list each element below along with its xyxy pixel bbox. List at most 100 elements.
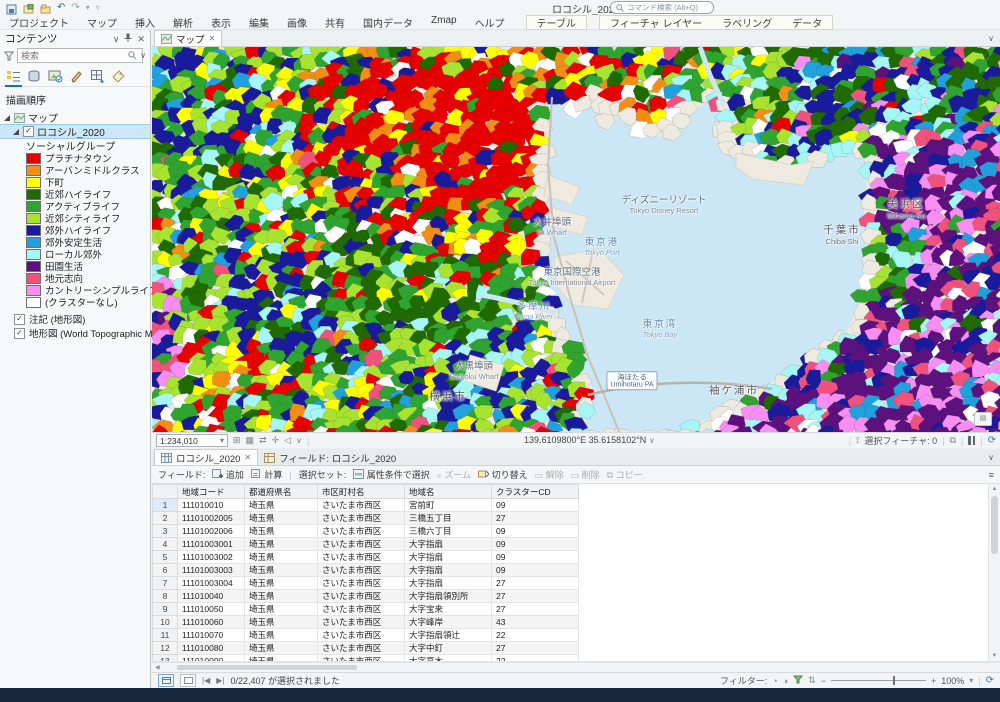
sound-tool-icon[interactable]: ◁: [284, 435, 291, 446]
crosshair-tool-icon[interactable]: ✛: [272, 435, 280, 446]
add-field-button[interactable]: 追加: [212, 468, 244, 481]
expander-icon[interactable]: [3, 114, 11, 122]
basemap-layer-item[interactable]: ✓地形図 (World Topographic Map): [0, 326, 150, 340]
layer-visibility-checkbox[interactable]: ✓: [23, 126, 34, 137]
column-header[interactable]: 市区町村名: [318, 485, 405, 499]
tools-chevron-icon[interactable]: ∨: [296, 436, 302, 445]
table-row[interactable]: 711101003004埼玉県さいたま市西区大字指扇27: [153, 577, 579, 590]
open-project-icon[interactable]: [40, 2, 51, 13]
table-row[interactable]: 411101003001埼玉県さいたま市西区大字指扇09: [153, 538, 579, 551]
pin-icon[interactable]: [124, 33, 132, 44]
copy-rows-button[interactable]: ⧉ コピー: [607, 468, 643, 481]
legend-swatch[interactable]: [26, 285, 41, 296]
ribbon-tab[interactable]: 解析: [164, 15, 202, 30]
layer-visibility-checkbox[interactable]: ✓: [14, 328, 25, 339]
zoom-slider[interactable]: [831, 680, 926, 681]
table-row[interactable]: 511101003002埼玉県さいたま市西区大字指扇09: [153, 551, 579, 564]
ribbon-contextual-tab[interactable]: フィーチャ レイヤー: [600, 15, 712, 30]
list-by-drawing-order-icon[interactable]: [6, 69, 21, 83]
overlay-icon[interactable]: ⧉: [949, 435, 955, 446]
table-row[interactable]: 8111010040埼玉県さいたま市西区大字指扇領別所27: [153, 590, 579, 603]
map-coordinates[interactable]: 139.6109800°E 35.6158102°N ∨: [524, 435, 655, 445]
table-row[interactable]: 211101002005埼玉県さいたま市西区三橋五丁目27: [153, 512, 579, 525]
tree-node-layer[interactable]: ✓ ロコシル_2020: [0, 124, 150, 139]
column-header[interactable]: 都道府県名: [245, 485, 318, 499]
filter-range-icon[interactable]: ◑: [783, 676, 788, 686]
legend-swatch[interactable]: [26, 201, 41, 212]
ribbon-tab[interactable]: Zmap: [422, 15, 466, 30]
zoom-to-selection-button[interactable]: ⌕ ズーム: [437, 468, 471, 481]
redo-icon[interactable]: ↷: [71, 2, 79, 13]
legend-swatch[interactable]: [26, 249, 41, 260]
expander-icon[interactable]: [12, 128, 20, 136]
list-by-data-source-icon[interactable]: [27, 69, 42, 83]
sort-icon[interactable]: ⇅: [808, 675, 816, 686]
refresh-icon[interactable]: ⟳: [986, 675, 994, 686]
customize-toolbar-icon[interactable]: ▿: [96, 2, 100, 13]
table-row[interactable]: 9111010050埼玉県さいたま市西区大字宝来27: [153, 603, 579, 616]
legend-swatch[interactable]: [26, 273, 41, 284]
ribbon-tab[interactable]: 挿入: [126, 15, 164, 30]
map-canvas[interactable]: ▤ ディズニーリゾートTokyo Disney Resort大井埠頭Oi Wha…: [152, 47, 1000, 432]
selection-tool-icon[interactable]: ⊞: [233, 435, 241, 446]
legend-swatch[interactable]: [26, 153, 41, 164]
list-by-editing-icon[interactable]: [69, 69, 84, 83]
legend-swatch[interactable]: [26, 237, 41, 248]
select-features-icon[interactable]: ⟟: [856, 435, 859, 446]
column-header[interactable]: 地域コード: [178, 485, 245, 499]
ribbon-tab[interactable]: 国内データ: [354, 15, 422, 30]
search-dropdown-icon[interactable]: ∨: [140, 51, 146, 61]
ribbon-tab[interactable]: 共有: [316, 15, 354, 30]
contents-search-input[interactable]: [17, 48, 143, 63]
save-project-icon[interactable]: [6, 2, 17, 13]
filter-funnel-icon[interactable]: [793, 675, 803, 686]
delete-selection-button[interactable]: ▭ 削除: [571, 468, 600, 481]
grid-tool-icon[interactable]: ▦: [246, 435, 255, 446]
last-record-icon[interactable]: ▶|: [216, 676, 224, 685]
list-by-snapping-icon[interactable]: [90, 69, 105, 83]
table-row[interactable]: 12111010080埼玉県さいたま市西区大字中釘27: [153, 642, 579, 655]
table-row[interactable]: 10111010060埼玉県さいたま市西区大字峰岸43: [153, 616, 579, 629]
list-by-labeling-icon[interactable]: [111, 69, 126, 83]
filter-icon[interactable]: [4, 51, 14, 61]
legend-swatch[interactable]: [26, 189, 41, 200]
legend-swatch[interactable]: [26, 297, 41, 308]
form-view-button[interactable]: [180, 674, 196, 687]
table-row[interactable]: 1111010010埼玉県さいたま市西区宮前町09: [153, 499, 579, 512]
legend-swatch[interactable]: [26, 165, 41, 176]
layer-visibility-checkbox[interactable]: ✓: [14, 314, 25, 325]
list-by-visibility-icon[interactable]: [48, 69, 63, 83]
zoom-out-icon[interactable]: −: [821, 676, 826, 686]
table-row[interactable]: 611101003003埼玉県さいたま市西区大字指扇09: [153, 564, 579, 577]
switch-selection-button[interactable]: 切り替え: [478, 468, 528, 481]
command-search-box[interactable]: コマンド検索 (Alt+Q): [610, 1, 714, 14]
ribbon-contextual-tab[interactable]: ラベリング: [712, 15, 782, 30]
redo-dropdown-icon[interactable]: ▾: [86, 2, 90, 13]
ribbon-tab[interactable]: ヘルプ: [466, 15, 514, 30]
table-vertical-scrollbar[interactable]: ▲▼: [988, 484, 1000, 661]
zoom-in-icon[interactable]: +: [931, 676, 936, 686]
ribbon-contextual-tab[interactable]: データ: [782, 15, 832, 30]
legend-swatch[interactable]: [26, 225, 41, 236]
undo-icon[interactable]: ↶: [57, 2, 65, 13]
close-icon[interactable]: ✕: [137, 34, 145, 44]
table-menu-icon[interactable]: ≡: [989, 470, 994, 480]
ribbon-tab[interactable]: 表示: [202, 15, 240, 30]
ribbon-tab[interactable]: 編集: [240, 15, 278, 30]
table-row[interactable]: 11111010070埼玉県さいたま市西区大字指扇領辻22: [153, 629, 579, 642]
column-header[interactable]: 地域名: [405, 485, 492, 499]
table-tab-fields[interactable]: フィールド: ロコシル_2020: [258, 450, 402, 465]
chevron-down-icon[interactable]: ∨: [113, 34, 120, 44]
clear-selection-button[interactable]: ▭ 解除: [535, 468, 564, 481]
table-row[interactable]: 13111010090埼玉県さいたま市西区大字高木22: [153, 655, 579, 663]
pause-drawing-icon[interactable]: [968, 436, 975, 445]
ribbon-tab[interactable]: 画像: [278, 15, 316, 30]
ribbon-contextual-tab[interactable]: テーブル: [527, 15, 586, 30]
ribbon-tab[interactable]: マップ: [78, 15, 126, 30]
column-header[interactable]: クラスターCD: [492, 485, 579, 499]
tree-node-map[interactable]: マップ: [0, 111, 150, 124]
snap-tool-icon[interactable]: ⇄: [259, 435, 267, 446]
table-horizontal-scrollbar[interactable]: ◀: [152, 662, 1000, 672]
ribbon-tab[interactable]: プロジェクト: [0, 15, 78, 30]
legend-swatch[interactable]: [26, 261, 41, 272]
